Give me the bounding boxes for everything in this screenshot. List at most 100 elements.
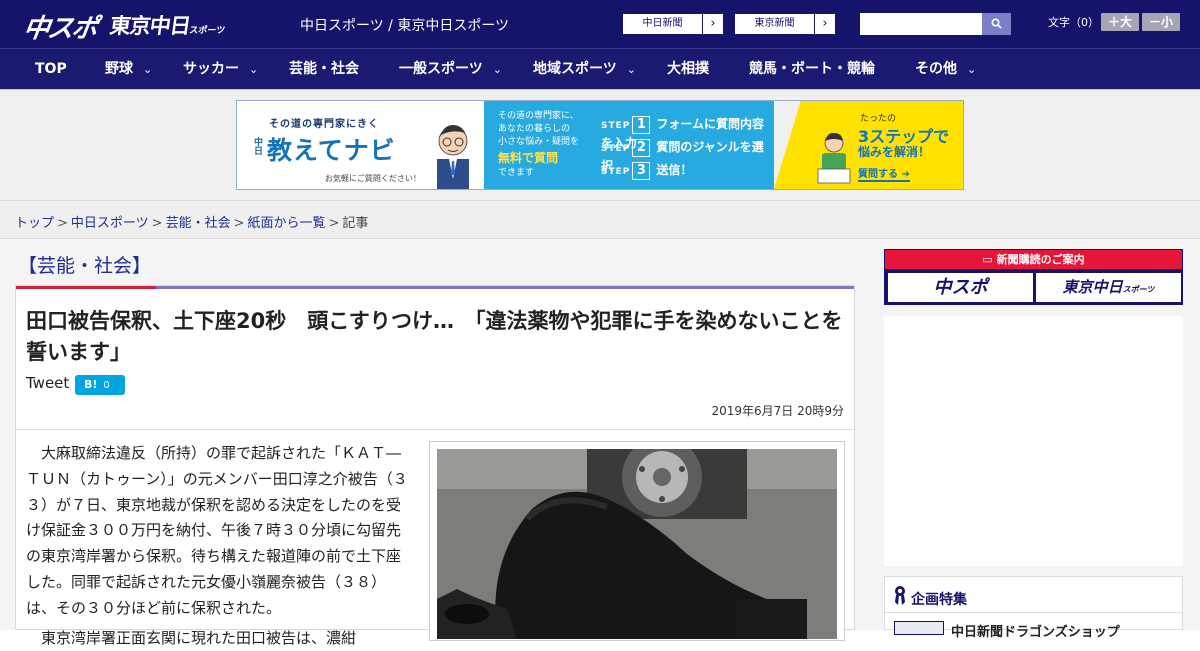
nav-item-racing[interactable]: 競馬・ボート・競輪: [749, 49, 875, 89]
article-title: 田口被告保釈、土下座20秒 頭こすりつけ… 「違法薬物や犯罪に手を染めないことを…: [26, 309, 843, 364]
nav-label: 野球: [105, 61, 133, 77]
banner-area: その道の専門家にきく 中日 教えてナビ お気軽にご質問ください！ その道の専門家…: [0, 90, 1200, 200]
search-input[interactable]: [860, 13, 982, 35]
banner-tagline: その道の専門家にきく: [269, 119, 379, 130]
nav-item-sumo[interactable]: 大相撲: [667, 49, 709, 89]
nav-item-other[interactable]: その他 ⌄: [915, 49, 976, 89]
nav-label: 一般スポーツ: [399, 61, 483, 77]
font-decrease-button[interactable]: －小: [1142, 13, 1180, 31]
kneeling-man-photo: [437, 449, 837, 639]
banner-ask-button[interactable]: 質問する ➔: [858, 165, 910, 182]
chevron-down-icon: ⌄: [249, 63, 259, 76]
tokyo-shimbun-button[interactable]: 東京新聞 ›: [734, 13, 836, 35]
sidebar-tokyo-chunichi-logo[interactable]: 東京中日スポーツ: [1036, 273, 1181, 302]
banner-intro-line3: 小さな悩み・疑問を: [498, 137, 580, 147]
banner-intro-line1: その道の専門家に、: [498, 111, 579, 121]
banner-note: お気軽にご質問ください！: [325, 174, 421, 183]
expert-illustration-icon: [437, 125, 469, 189]
oshiete-navi-banner[interactable]: その道の専門家にきく 中日 教えてナビ お気軽にご質問ください！ その道の専門家…: [236, 100, 964, 190]
step-word: STEP: [601, 121, 631, 131]
sidebar-chusupo-logo[interactable]: 中スポ: [888, 273, 1033, 302]
step-word: STEP: [601, 144, 631, 154]
breadcrumb-current: 記事: [342, 216, 369, 231]
article-top-accent: [16, 286, 156, 289]
breadcrumb-link-paper-list[interactable]: 紙面から一覧: [248, 216, 326, 231]
breadcrumb-separator: >: [57, 216, 68, 231]
sidebar-ad-slot[interactable]: [884, 316, 1183, 566]
nav-item-entertainment[interactable]: 芸能・社会: [289, 49, 359, 89]
chevron-down-icon: ⌄: [967, 63, 977, 76]
nav-label: TOP: [35, 61, 67, 77]
feature-item-dragons-shop[interactable]: 中日新聞ドラゴンズショップ: [951, 621, 1120, 640]
article-photo[interactable]: [437, 449, 837, 639]
article-body: 大麻取締法違反（所持）の罪で起訴された「ＫＡＴ―ＴＵＮ（カトゥーン）」の元メンバ…: [26, 444, 408, 617]
feature-label: 企画特集: [911, 592, 967, 608]
chevron-down-icon: ⌄: [492, 63, 502, 76]
breadcrumb-trail: トップ > 中日スポーツ > 芸能・社会 > 紙面から一覧 > 記事: [15, 212, 368, 231]
tokyo-logo-text: 東京中日: [108, 14, 192, 38]
dragons-shop-thumbnail[interactable]: [894, 621, 944, 635]
search-icon: [991, 18, 1002, 29]
sidebar-feature-box: 企画特集 中日新聞ドラゴンズショップ: [884, 576, 1183, 640]
nav-item-soccer[interactable]: サッカー ⌄: [183, 49, 258, 89]
search-button[interactable]: [982, 13, 1011, 35]
breadcrumb-link-chunichi-sports[interactable]: 中日スポーツ: [71, 216, 149, 231]
site-header: 中スポ 東京中日スポーツ 中日スポーツ / 東京中日スポーツ 中日新聞 › 東京…: [0, 0, 1200, 48]
tokyo-logo-sub: スポーツ: [188, 26, 226, 36]
banner-info-panel: その道の専門家に、 あなたの暮らしの 小さな悩み・疑問を 無料で質問 できます …: [484, 101, 774, 189]
banner-intro-line4: できます: [498, 168, 535, 178]
chevron-right-icon: ›: [710, 16, 716, 31]
sidebar-tokyo-logo-sub: スポーツ: [1122, 285, 1155, 294]
nav-label: その他: [915, 61, 957, 77]
breadcrumb-link-top[interactable]: トップ: [15, 216, 54, 231]
banner-vertical-text: 中日: [252, 137, 262, 155]
banner-cta-panel: たったの 3ステップで 悩みを解消！ 質問する ➔: [774, 101, 963, 189]
sidebar-tokyo-logo-text: 東京中日: [1062, 278, 1123, 296]
nav-item-baseball[interactable]: 野球 ⌄: [105, 49, 152, 89]
nav-label: 競馬・ボート・競輪: [749, 61, 875, 77]
subscription-header: ▭ 新聞購読のご案内: [885, 250, 1182, 269]
step-number: 1: [632, 116, 651, 134]
nav-label: 地域スポーツ: [533, 61, 617, 77]
banner-step-3: STEP 3 送信！: [601, 161, 692, 180]
chusupo-logo[interactable]: 中スポ: [21, 8, 98, 45]
feature-header: 企画特集: [885, 577, 1182, 613]
breadcrumb-separator: >: [151, 216, 163, 231]
chunichi-shimbun-label: 中日新聞: [623, 14, 703, 34]
chevron-right-icon: ›: [822, 16, 828, 31]
banner-free-question: 無料で質問: [498, 151, 559, 165]
article-photo-frame: [429, 441, 845, 641]
tokyo-chunichi-logo[interactable]: 東京中日スポーツ: [108, 10, 228, 40]
tokyo-shimbun-label: 東京新聞: [735, 14, 815, 34]
nav-item-general-sports[interactable]: 一般スポーツ ⌄: [399, 49, 502, 89]
tweet-button[interactable]: Tweet: [26, 374, 69, 392]
banner-intro-line2: あなたの暮らしの: [498, 124, 571, 134]
site-title: 中日スポーツ / 東京中日スポーツ: [300, 18, 510, 34]
font-increase-button[interactable]: ＋大: [1101, 13, 1139, 31]
breadcrumb-link-entertainment[interactable]: 芸能・社会: [166, 216, 231, 231]
category-heading: 【芸能・社会】: [18, 255, 152, 277]
nav-item-top[interactable]: TOP: [35, 49, 67, 89]
chevron-down-icon: ⌄: [626, 63, 636, 76]
main-nav: TOP 野球 ⌄ サッカー ⌄ 芸能・社会 一般スポーツ ⌄ 地域スポーツ ⌄ 大相撲 …: [0, 48, 1200, 89]
font-size-label: 文字（0）: [1048, 16, 1099, 29]
step-word: STEP: [601, 167, 631, 177]
subscription-banner[interactable]: ▭ 新聞購読のご案内 中スポ 東京中日スポーツ: [884, 249, 1183, 305]
hatena-count: 0: [103, 380, 110, 391]
nav-label: サッカー: [183, 61, 239, 77]
chevron-down-icon: ⌄: [143, 63, 153, 76]
nav-item-regional-sports[interactable]: 地域スポーツ ⌄: [533, 49, 636, 89]
article-divider: [16, 429, 854, 430]
article-card: 田口被告保釈、土下座20秒 頭こすりつけ… 「違法薬物や犯罪に手を染めないことを…: [15, 285, 855, 647]
step-text: 送信！: [656, 163, 693, 177]
hatena-icon: B!: [84, 378, 98, 391]
chunichi-shimbun-button[interactable]: 中日新聞 ›: [622, 13, 724, 35]
nav-label: 芸能・社会: [289, 61, 359, 77]
hatena-bookmark-button[interactable]: B! 0: [75, 375, 125, 395]
newspaper-icon: ▭: [982, 253, 997, 266]
article-date: 2019年6月7日 20時9分: [711, 404, 844, 418]
banner-intro: その道の専門家に、 あなたの暮らしの 小さな悩み・疑問を 無料で質問 できます: [498, 110, 579, 180]
breadcrumb-separator: >: [328, 216, 340, 231]
subscription-label: 新聞購読のご案内: [996, 253, 1085, 266]
nav-label: 大相撲: [667, 61, 709, 77]
